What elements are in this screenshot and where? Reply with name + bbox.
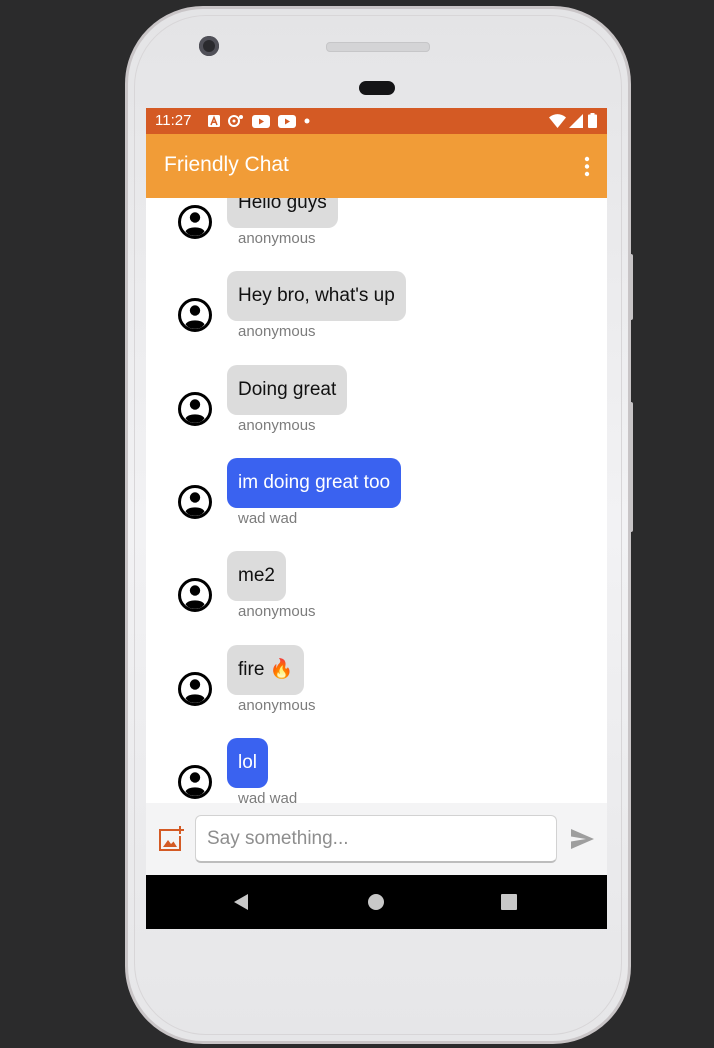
- message-bubble[interactable]: lol: [227, 737, 269, 788]
- message-bubble[interactable]: fire 🔥: [227, 644, 305, 695]
- message-item: lol wad wad: [146, 737, 607, 803]
- message-sender: anonymous: [238, 323, 316, 341]
- navigation-bar: [146, 875, 607, 929]
- message-input[interactable]: [195, 815, 557, 863]
- home-icon[interactable]: [367, 893, 385, 911]
- avatar-icon: [178, 484, 212, 519]
- text-a-icon: [208, 115, 220, 127]
- avatar-icon: [178, 298, 212, 333]
- phone-screen: 11:27 Friendly Chat Hello guys anonymous…: [146, 108, 607, 929]
- app-bar: Friendly Chat: [146, 134, 607, 198]
- message-sender: wad wad: [238, 789, 298, 803]
- message-item: me2 anonymous: [146, 551, 607, 644]
- message-item: fire 🔥 anonymous: [146, 644, 607, 738]
- back-icon[interactable]: [232, 893, 250, 911]
- avatar-icon: [178, 578, 212, 613]
- message-sender: wad wad: [238, 509, 298, 527]
- message-item: Hello guys anonymous: [146, 198, 607, 271]
- message-bubble[interactable]: me2: [227, 551, 286, 602]
- message-item: im doing great too wad wad: [146, 457, 607, 551]
- earpiece-speaker: [326, 42, 430, 52]
- dot-icon: [304, 118, 310, 124]
- compose-bar: [146, 803, 607, 875]
- message-sender: anonymous: [238, 696, 316, 714]
- avatar-icon: [178, 671, 212, 706]
- avatar-icon: [178, 205, 212, 239]
- send-icon[interactable]: [569, 826, 595, 852]
- message-sender: anonymous: [238, 603, 316, 621]
- app-title: Friendly Chat: [164, 153, 289, 176]
- recents-icon[interactable]: [500, 893, 518, 911]
- status-time: 11:27: [155, 112, 192, 129]
- notification-icons: [208, 114, 318, 128]
- message-item: Hey bro, what's up anonymous: [146, 271, 607, 364]
- message-bubble[interactable]: im doing great too: [227, 457, 402, 508]
- message-bubble[interactable]: Hey bro, what's up: [227, 271, 406, 322]
- avatar-icon: [178, 391, 212, 426]
- phone-side-button: [629, 254, 633, 320]
- more-vert-icon[interactable]: [583, 156, 591, 178]
- front-camera: [199, 36, 219, 56]
- message-sender: anonymous: [238, 230, 316, 247]
- proximity-sensor: [359, 81, 395, 95]
- message-item: Doing great anonymous: [146, 364, 607, 458]
- avatar-icon: [178, 764, 212, 799]
- message-sender: anonymous: [238, 416, 316, 434]
- system-status-icons: [549, 113, 597, 128]
- assistant-icon: [228, 115, 243, 127]
- battery-icon: [588, 113, 597, 128]
- youtube-icon: [252, 114, 270, 128]
- phone-volume-button: [629, 402, 633, 532]
- add-photo-icon[interactable]: [158, 826, 184, 852]
- message-list[interactable]: Hello guys anonymous Hey bro, what's up ano…: [146, 198, 607, 803]
- message-bubble[interactable]: Hello guys: [227, 198, 338, 228]
- wifi-icon: [549, 113, 566, 128]
- message-bubble[interactable]: Doing great: [227, 364, 348, 415]
- status-bar: 11:27: [146, 108, 607, 134]
- youtube-icon: [278, 114, 296, 128]
- cell-signal-icon: [569, 113, 583, 128]
